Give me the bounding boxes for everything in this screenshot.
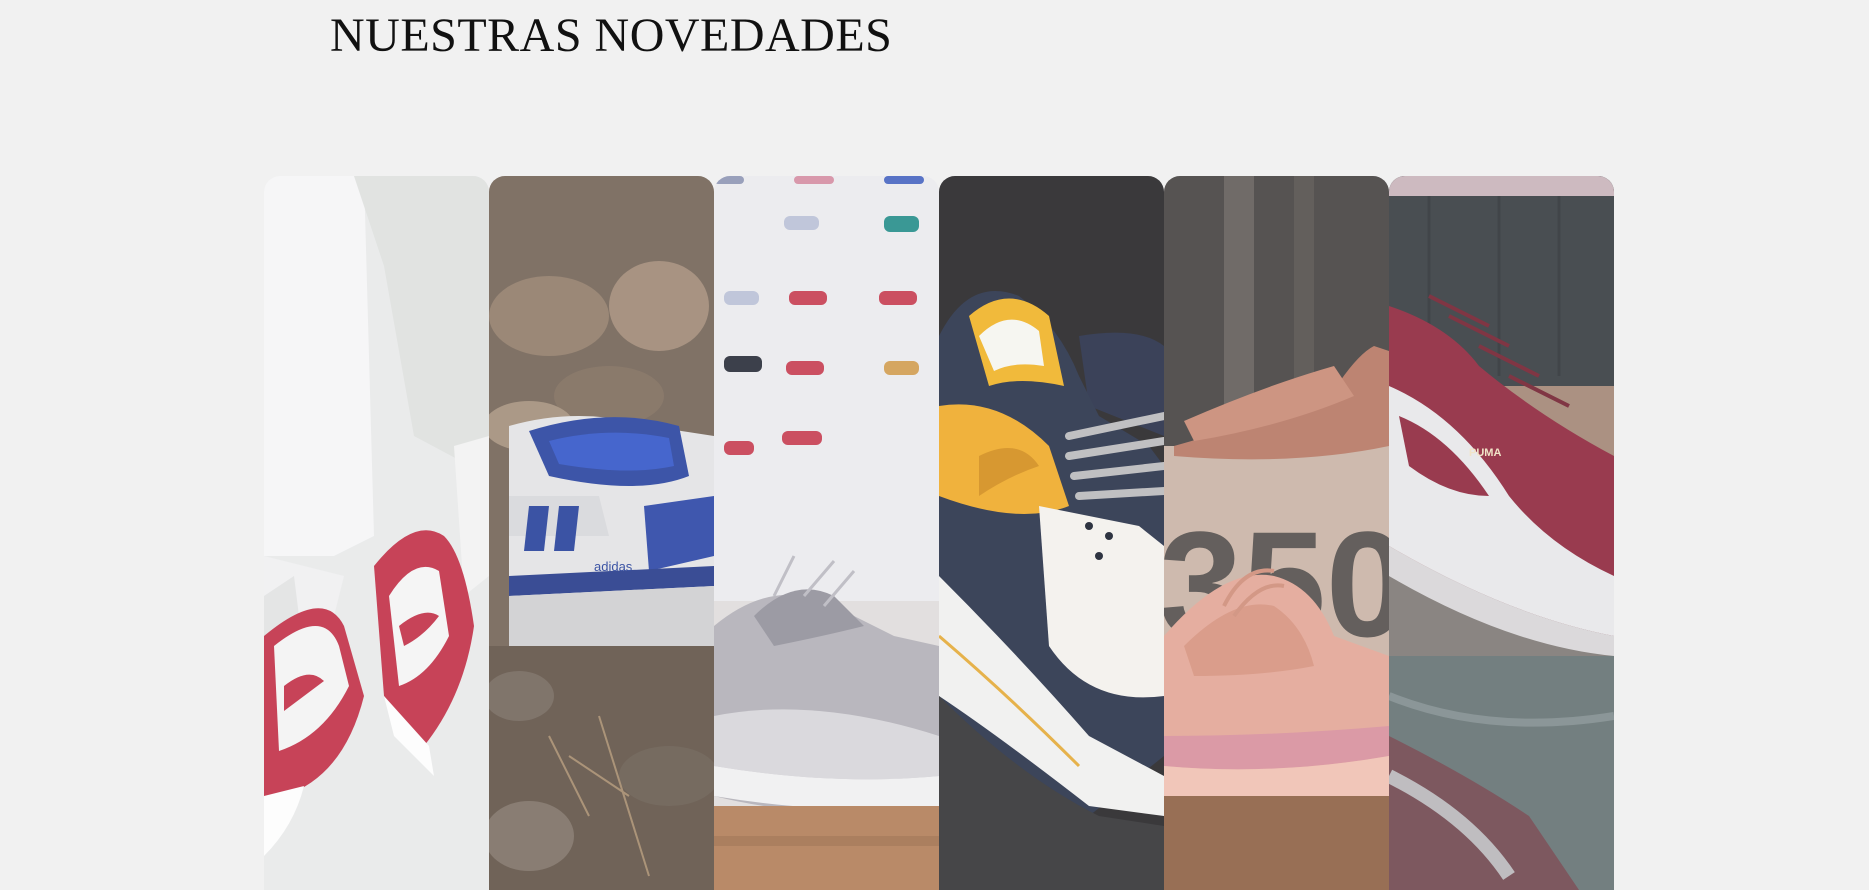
sneaker-photo-nike-jordan	[264, 176, 489, 890]
svg-text:adidas: adidas	[594, 559, 633, 574]
sneaker-photo-puma-suede: PUMA	[1389, 176, 1614, 890]
gallery-panel-yeezy-350[interactable]: 350	[1164, 176, 1389, 890]
sneaker-photo-yeezy-350: 350	[1164, 176, 1389, 890]
gallery-panel-nike-air-max[interactable]	[939, 176, 1164, 890]
sneaker-gallery: adidas PUMA	[264, 176, 1614, 890]
sneaker-photo-yeezy-700	[714, 176, 939, 890]
sneaker-photo-nike-air-max	[939, 176, 1164, 890]
gallery-panel-puma-suede[interactable]: PUMA	[1389, 176, 1614, 890]
gallery-panel-yeezy-700[interactable]	[714, 176, 939, 890]
gallery-panel-adidas-forum[interactable]: adidas	[489, 176, 714, 890]
svg-text:PUMA: PUMA	[1469, 447, 1501, 459]
gallery-panel-nike-jordan[interactable]	[264, 176, 489, 890]
section-title: NUESTRAS NOVEDADES	[330, 9, 893, 62]
sneaker-photo-adidas-forum: adidas	[489, 176, 714, 890]
